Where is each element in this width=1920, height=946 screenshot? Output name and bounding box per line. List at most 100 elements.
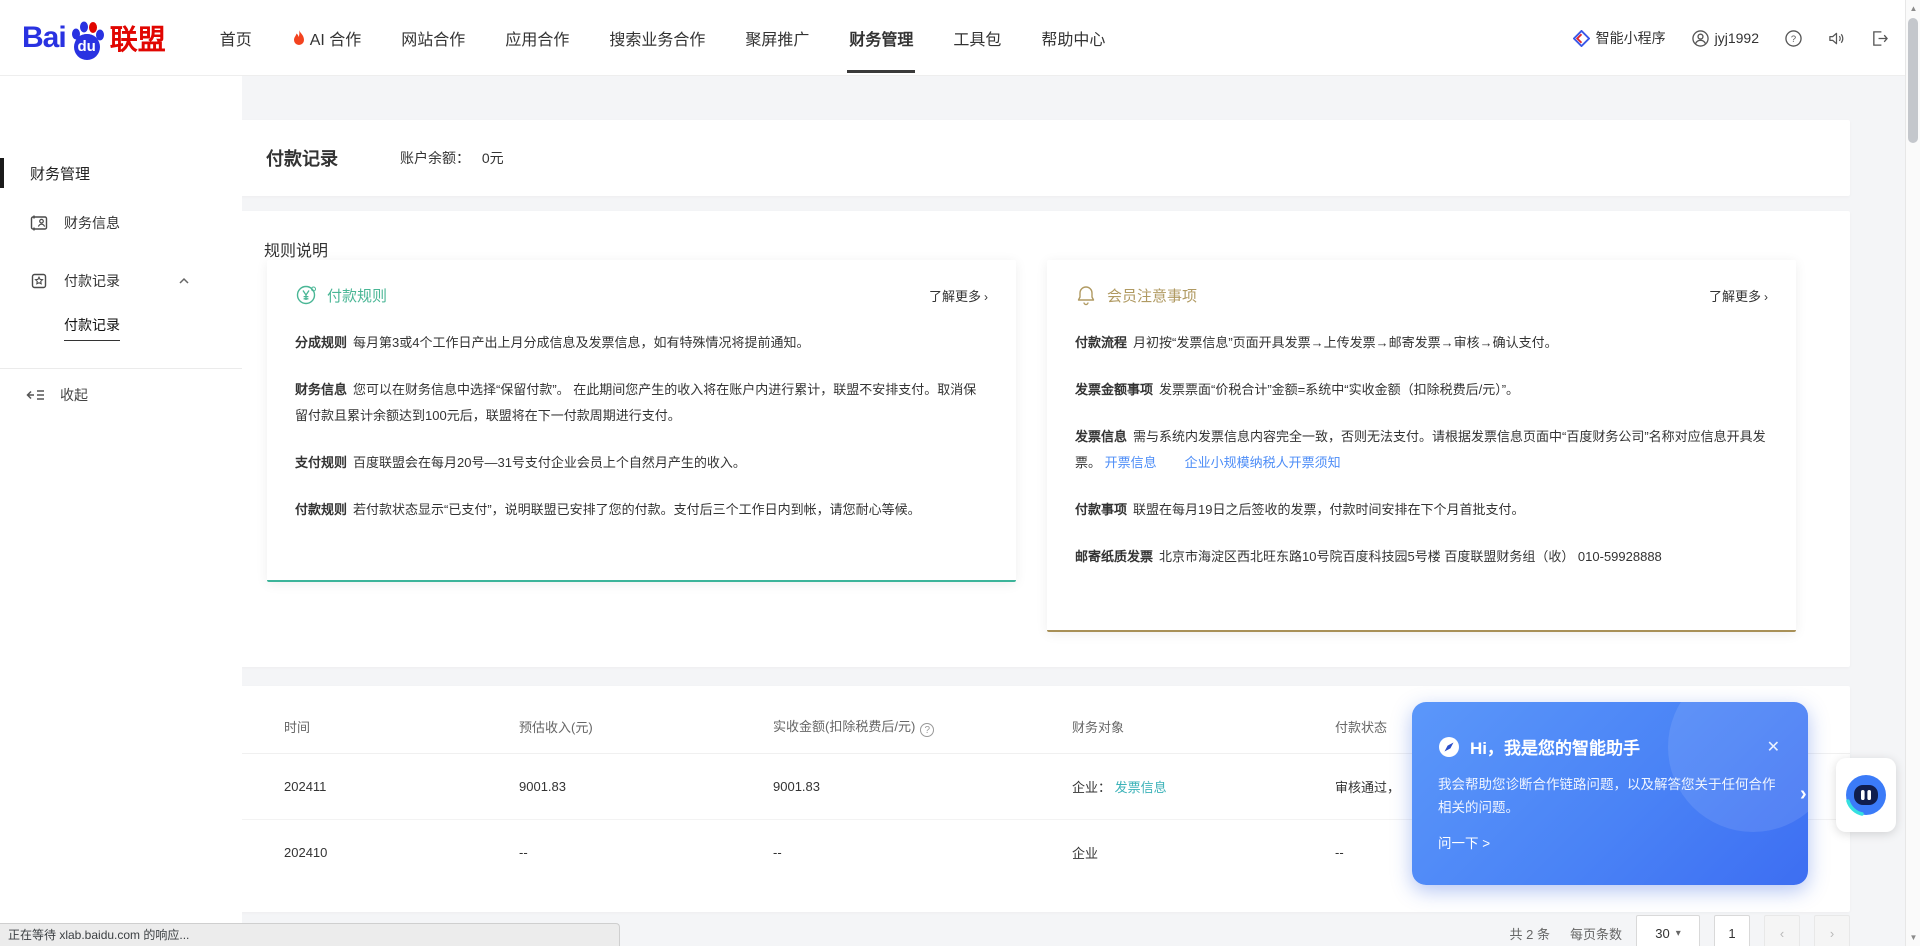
assistant-title: Hi，我是您的智能助手: [1470, 734, 1640, 759]
per-page-label: 每页条数: [1570, 924, 1622, 943]
close-icon[interactable]: ✕: [1767, 737, 1780, 757]
sidebar-collapse-button[interactable]: 收起: [0, 371, 242, 419]
sidebar: 财务管理 财务信息 付款记录 付款记录: [0, 76, 242, 946]
logo-union-text: 联盟: [110, 18, 166, 58]
scrollbar-thumb[interactable]: [1908, 18, 1918, 143]
rule-item: 付款流程月初按“发票信息”页面开具发票→上传发票→邮寄发票→审核→确认支付。: [1075, 330, 1768, 356]
rule-item: 支付规则百度联盟会在每月20号—31号支付企业会员上个自然月产生的收入。: [295, 450, 988, 476]
cell-time: 202411: [240, 754, 519, 820]
account-balance: 账户余额： 0元: [400, 148, 504, 168]
chevron-down-icon: ▾: [1676, 928, 1681, 939]
collapse-arrow-icon: [26, 387, 46, 403]
rule-item: 发票信息需与系统内发票信息内容完全一致，否则无法支付。请根据发票信息页面中“百度…: [1075, 424, 1768, 476]
prev-page-button[interactable]: ‹: [1764, 915, 1800, 946]
cell-target: 企业： 发票信息: [1072, 754, 1335, 820]
scroll-up-arrow[interactable]: ▲: [1906, 1, 1920, 16]
balance-label: 账户余额：: [400, 150, 470, 166]
nav-item-home[interactable]: 首页: [200, 0, 272, 76]
page-scrollbar[interactable]: ▲ ▼: [1905, 0, 1920, 946]
rule-item: 财务信息您可以在财务信息中选择“保留付款”。 在此期间您产生的收入将在账户内进行…: [295, 377, 988, 429]
id-card-icon: [30, 214, 48, 232]
browser-status-bubble: 正在等待 xlab.baidu.com 的响应...: [0, 923, 620, 946]
invoice-info-link[interactable]: 开票信息: [1105, 455, 1157, 470]
rule-item: 付款事项联盟在每月19日之后签收的发票，付款时间安排在下个月首批支付。: [1075, 497, 1768, 523]
invoice-info-table-link[interactable]: 发票信息: [1115, 780, 1167, 795]
nav-item-ai-cooperation[interactable]: AI 合作: [272, 0, 382, 76]
col-actual-amount: 实收金额(扣除税费后/元)?: [773, 698, 1072, 754]
nav-item-search-cooperation[interactable]: 搜索业务合作: [589, 0, 725, 76]
nav-item-app-cooperation[interactable]: 应用合作: [485, 0, 589, 76]
main-nav: 首页 AI 合作 网站合作 应用合作 搜索业务合作 聚屏推广 财务管理 工具包 …: [200, 0, 1126, 76]
pagination-total: 共 2 条: [1510, 924, 1550, 943]
col-estimated-income: 预估收入(元): [519, 698, 773, 754]
per-page-select[interactable]: 30 ▾: [1636, 915, 1700, 946]
smart-program-link[interactable]: 智能小程序: [1573, 28, 1666, 48]
rule-item: 邮寄纸质发票北京市海淀区西北旺东路10号院百度科技园5号楼 百度联盟财务组（收）…: [1075, 544, 1768, 570]
question-circle-icon[interactable]: ?: [920, 723, 934, 737]
nav-item-finance-management[interactable]: 财务管理: [829, 0, 933, 76]
baidu-union-logo[interactable]: Bai du 联盟: [22, 18, 166, 58]
sidebar-divider: [0, 368, 242, 369]
smart-program-icon: [1573, 30, 1590, 47]
assistant-ask-link[interactable]: 问一下 >: [1438, 832, 1782, 852]
nav-item-help-center[interactable]: 帮助中心: [1021, 0, 1125, 76]
next-page-button[interactable]: ›: [1814, 915, 1850, 946]
nav-item-toolkit[interactable]: 工具包: [933, 0, 1021, 76]
svg-text:?: ?: [1791, 33, 1796, 44]
page-header-card: 付款记录 账户余额： 0元: [240, 120, 1850, 196]
logout-button[interactable]: [1871, 30, 1888, 47]
user-icon: [1692, 30, 1709, 47]
rule-item: 付款规则若付款状态显示“已支付”，说明联盟已安排了您的付款。支付后三个工作日内到…: [295, 497, 988, 523]
balance-value: 0元: [482, 150, 504, 166]
nav-item-website-cooperation[interactable]: 网站合作: [381, 0, 485, 76]
top-navigation-bar: Bai du 联盟 首页 AI 合作 网站合作 应用合作 搜索业务: [0, 0, 1920, 76]
logout-icon: [1871, 30, 1888, 47]
assistant-popup: Hi，我是您的智能助手 ✕ 我会帮助您诊断合作链路问题，以及解答您关于任何合作相…: [1412, 702, 1808, 885]
payment-rules-more-link[interactable]: 了解更多›: [929, 286, 988, 305]
cell-estimated: --: [519, 820, 773, 886]
payment-rules-title: 付款规则: [327, 285, 387, 306]
app-root: Bai du 联盟 首页 AI 合作 网站合作 应用合作 搜索业务: [0, 0, 1920, 946]
rules-heading: 规则说明: [264, 237, 328, 261]
member-notice-more-link[interactable]: 了解更多›: [1709, 286, 1768, 305]
sidebar-subitem-payment-record-active[interactable]: 付款记录: [0, 306, 242, 350]
popup-tail-chevron-icon: ›: [1800, 783, 1807, 806]
bell-icon: [1075, 284, 1097, 306]
sidebar-item-payment-record[interactable]: 付款记录: [0, 256, 242, 306]
col-finance-target: 财务对象: [1072, 698, 1335, 754]
cell-actual: --: [773, 820, 1072, 886]
page-number-1[interactable]: 1: [1714, 915, 1750, 946]
chevron-right-icon: ›: [1764, 290, 1768, 304]
sound-button[interactable]: [1828, 30, 1845, 47]
baidu-paw-icon: du: [67, 18, 107, 58]
scroll-down-arrow[interactable]: ▼: [1906, 930, 1920, 945]
small-taxpayer-notice-link[interactable]: 企业小规模纳税人开票须知: [1185, 455, 1341, 470]
flame-icon: [292, 30, 306, 46]
user-account[interactable]: jyj1992: [1692, 30, 1759, 47]
rules-section: 规则说明 付款规则 了解更多› 分成规则每月第3或4个工作日产出上月分成信息及发…: [240, 211, 1850, 667]
speaker-icon: [1828, 30, 1845, 47]
sidebar-item-finance-info[interactable]: 财务信息: [0, 198, 242, 248]
rule-item: 发票金额事项发票票面“价税合计”金额=系统中“实收金额（扣除税费后/元）”。: [1075, 377, 1768, 403]
coin-yen-icon: [295, 284, 317, 306]
logo-bai-text: Bai: [22, 21, 66, 55]
chevron-up-icon: [178, 275, 190, 287]
cell-estimated: 9001.83: [519, 754, 773, 820]
member-notice-title: 会员注意事项: [1107, 285, 1197, 306]
nav-item-screen-promotion[interactable]: 聚屏推广: [725, 0, 829, 76]
compass-icon: [1438, 736, 1460, 758]
cell-target: 企业: [1072, 820, 1335, 886]
topbar-right-cluster: 智能小程序 jyj1992 ?: [1573, 0, 1888, 76]
cell-actual: 9001.83: [773, 754, 1072, 820]
sidebar-section-title: 财务管理: [0, 156, 242, 190]
chevron-right-icon: ›: [984, 290, 988, 304]
payment-rules-card: 付款规则 了解更多› 分成规则每月第3或4个工作日产出上月分成信息及发票信息，如…: [267, 260, 1016, 582]
help-button[interactable]: ?: [1785, 30, 1802, 47]
cell-time: 202410: [240, 820, 519, 886]
assistant-robot-button[interactable]: [1836, 758, 1896, 832]
page-title: 付款记录: [266, 145, 338, 171]
logo-du-text: du: [74, 34, 100, 60]
member-notice-card: 会员注意事项 了解更多› 付款流程月初按“发票信息”页面开具发票→上传发票→邮寄…: [1047, 260, 1796, 632]
col-time: 时间: [240, 698, 519, 754]
help-icon: ?: [1785, 30, 1802, 47]
